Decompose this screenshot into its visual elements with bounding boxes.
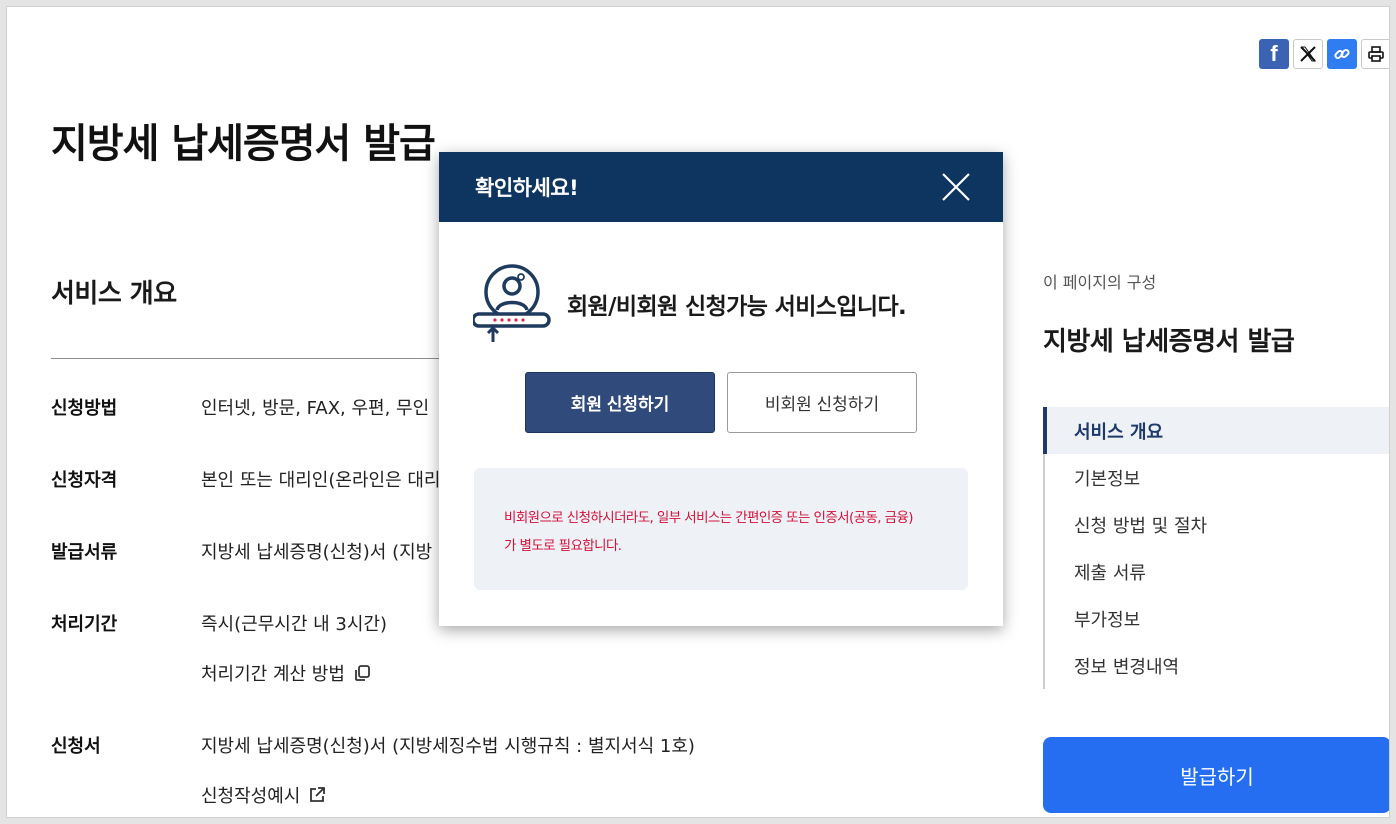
dialog-message-row: 회원/비회원 신청가능 서비스입니다.: [473, 262, 907, 346]
info-row-eligibility: 신청자격 본인 또는 대리인(온라인은 대리: [51, 466, 440, 492]
info-row-method: 신청방법 인터넷, 방문, FAX, 우편, 무인: [51, 394, 429, 420]
info-value: 본인 또는 대리인(온라인은 대리: [201, 470, 441, 491]
info-row-documents: 발급서류 지방세 납세증명(신청)서 (지방: [51, 538, 432, 564]
info-link-label: 신청작성예시: [201, 786, 301, 807]
info-label: 처리기간: [51, 614, 118, 635]
info-label: 신청서: [51, 736, 101, 757]
toc-item-additional-info[interactable]: 부가정보: [1045, 595, 1389, 642]
guest-apply-button[interactable]: 비회원 신청하기: [727, 372, 917, 433]
page-title: 지방세 납세증명서 발급: [51, 121, 436, 167]
notice-line: 가 별도로 필요합니다.: [504, 538, 622, 554]
info-value: 지방세 납세증명(신청)서 (지방: [201, 542, 433, 563]
info-label: 신청자격: [51, 470, 118, 491]
print-button[interactable]: [1361, 39, 1389, 69]
info-row-processing-time: 처리기간 즉시(근무시간 내 3시간) 처리기간 계산 방법: [51, 610, 387, 686]
toc-item-procedure[interactable]: 신청 방법 및 절차: [1045, 501, 1389, 548]
toc-item-basic-info[interactable]: 기본정보: [1045, 454, 1389, 501]
dialog-notice: 비회원으로 신청하시더라도, 일부 서비스는 간편인증 또는 인증서(공동, 금…: [474, 468, 968, 590]
print-icon: [1368, 46, 1384, 62]
info-value: 인터넷, 방문, FAX, 우편, 무인: [201, 398, 430, 419]
copy-icon: [355, 665, 370, 681]
facebook-icon: f: [1270, 41, 1278, 66]
info-value: 즉시(근무시간 내 3시간): [201, 614, 387, 635]
info-label: 신청방법: [51, 398, 118, 419]
processing-time-calc-link[interactable]: 처리기간 계산 방법: [201, 660, 387, 686]
toc-caption: 이 페이지의 구성: [1043, 273, 1157, 292]
info-value: 지방세 납세증명(신청)서 (지방세징수법 시행규칙 : 별지서식 1호): [201, 736, 695, 757]
toc-item-change-history[interactable]: 정보 변경내역: [1045, 642, 1389, 689]
x-icon: [1300, 46, 1316, 62]
link-icon: [1334, 48, 1350, 60]
facebook-share-button[interactable]: f: [1259, 39, 1289, 69]
issue-button[interactable]: 발급하기: [1043, 737, 1389, 813]
form-example-link[interactable]: 신청작성예시: [201, 782, 695, 808]
toc-item-documents[interactable]: 제출 서류: [1045, 548, 1389, 595]
dialog-title: 확인하세요!: [475, 176, 579, 200]
section-title-overview: 서비스 개요: [51, 279, 177, 309]
member-apply-button[interactable]: 회원 신청하기: [525, 372, 715, 433]
dialog-message: 회원/비회원 신청가능 서비스입니다.: [567, 294, 907, 320]
page-frame: f 지방세 납세증명서 발급 서비스 개요 신청방법 인터넷, 방문, FAX,…: [6, 6, 1390, 818]
info-link-label: 처리기간 계산 방법: [201, 664, 345, 685]
toc-title: 지방세 납세증명서 발급: [1043, 327, 1295, 357]
info-row-application-form: 신청서 지방세 납세증명(신청)서 (지방세징수법 시행규칙 : 별지서식 1호…: [51, 732, 695, 808]
notice-line: 비회원으로 신청하시더라도, 일부 서비스는 간편인증 또는 인증서(공동, 금…: [504, 510, 914, 526]
copy-link-button[interactable]: [1327, 39, 1357, 69]
external-link-icon: [310, 787, 326, 802]
confirm-dialog: 확인하세요! 회원/비회원 신청가능 서비스입니다. 회원 신청하기 비회원 신…: [439, 152, 1003, 626]
toc-list: 서비스 개요 기본정보 신청 방법 및 절차 제출 서류 부가정보 정보 변경내…: [1043, 407, 1389, 689]
toc-item-overview[interactable]: 서비스 개요: [1043, 407, 1389, 454]
x-share-button[interactable]: [1293, 39, 1323, 69]
info-label: 발급서류: [51, 542, 118, 563]
user-login-icon: [473, 264, 551, 342]
dialog-buttons: 회원 신청하기 비회원 신청하기: [525, 372, 917, 433]
close-icon: [942, 173, 970, 201]
dialog-close-button[interactable]: [939, 170, 973, 204]
dialog-header: 확인하세요!: [439, 152, 1003, 222]
share-bar: f: [1259, 39, 1389, 69]
